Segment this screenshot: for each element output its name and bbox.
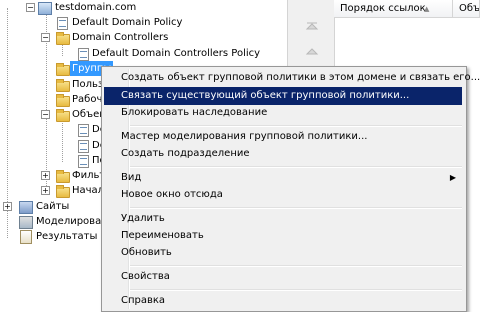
menu-item-help[interactable]: Справка [104,292,462,310]
gpo-folder-icon [56,109,70,122]
tree-item-label: Default Domain Controllers Policy [92,48,261,59]
menu-separator [130,207,462,209]
ou-folder-icon [56,79,70,92]
ou-folder-icon [56,63,70,76]
menu-item-block-inheritance[interactable]: Блокировать наследование [104,104,462,122]
tree-item-label: Рабоч [72,94,103,105]
gpo-icon [78,124,89,137]
menu-item-rename[interactable]: Переименовать [104,227,462,245]
menu-item-create-and-link-gpo[interactable]: Создать объект групповой политики в этом… [104,69,480,87]
menu-item-new-ou[interactable]: Создать подразделение [104,145,462,163]
sort-ascending-icon: ▲ [424,5,430,13]
menu-item-label: Вид [121,172,142,183]
menu-item-properties[interactable]: Свойства [104,268,462,286]
sites-icon [19,201,33,214]
ou-folder-icon [56,32,70,45]
column-header-gpo[interactable]: Объе [453,0,480,18]
move-to-top-icon[interactable] [305,20,319,30]
tree-item-default-domain-policy[interactable]: Default Domain Policy [0,15,287,30]
menu-item-refresh[interactable]: Обновить [104,244,462,262]
menu-item-modeling-wizard[interactable]: Мастер моделирования групповой политики.… [104,128,462,146]
column-header-link-order[interactable]: Порядок ссылок ▲ [334,0,453,18]
collapse-icon[interactable]: − [41,33,50,42]
tree-item-label: testdomain.com [55,2,137,13]
gpo-icon [78,155,89,168]
tree-item-testdomain[interactable]: − testdomain.com [0,0,287,15]
filter-folder-icon [56,170,70,183]
collapse-icon[interactable]: − [26,3,35,12]
context-menu: Создать объект групповой политики в этом… [101,66,480,312]
menu-separator [130,125,462,127]
menu-separator [130,289,462,291]
tree-item-label: Сайты [36,201,70,212]
menu-item-view[interactable]: Вид ▶ [104,169,462,187]
domain-icon [38,2,52,15]
column-header-label: Порядок ссылок [340,3,426,14]
collapse-icon[interactable]: − [41,110,50,119]
expand-icon[interactable]: + [41,186,50,195]
menu-separator [130,265,462,267]
gpo-link-icon [57,17,68,30]
results-icon [20,230,32,244]
gpo-link-icon [78,48,89,61]
menu-item-new-window[interactable]: Новое окно отсюда [104,186,462,204]
tree-item-default-dc-policy[interactable]: Default Domain Controllers Policy [0,46,287,61]
move-up-icon[interactable] [305,46,319,56]
gpo-icon [78,140,89,153]
expand-icon[interactable]: + [41,171,50,180]
expand-icon[interactable]: + [3,202,12,211]
tree-item-domain-controllers[interactable]: − Domain Controllers [0,30,287,45]
tree-item-label: Моделирован [36,216,108,227]
menu-item-delete[interactable]: Удалить [104,210,462,228]
tree-item-label: Польз [72,79,104,90]
submenu-arrow-icon: ▶ [449,173,456,182]
tree-item-label: Результаты г [36,231,106,242]
menu-separator [130,166,462,168]
starter-folder-icon [56,185,70,198]
ou-folder-icon [56,94,70,107]
modeling-icon [19,216,33,229]
tree-item-label: Domain Controllers [72,32,169,43]
tree-item-label: Default Domain Policy [72,17,183,28]
column-header-label: Объе [459,3,480,14]
menu-item-link-existing-gpo[interactable]: Связать существующий объект групповой по… [104,87,462,105]
